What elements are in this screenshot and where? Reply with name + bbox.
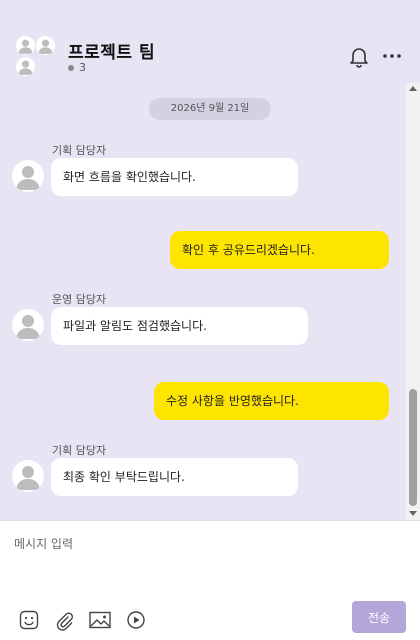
avatar[interactable] [12, 460, 44, 492]
avatar[interactable] [12, 160, 44, 192]
message-input[interactable] [14, 535, 404, 595]
scroll-down-icon[interactable] [409, 511, 417, 516]
message-bubble: 화면 흐름을 확인했습니다. [51, 158, 298, 196]
member-avatar-icon [16, 36, 35, 55]
sender-name: 운영 담당자 [52, 293, 107, 306]
group-avatar[interactable] [14, 36, 58, 78]
scroll-thumb[interactable] [409, 389, 417, 506]
message-composer: 전송 [0, 520, 420, 640]
message-bubble-own: 확인 후 공유드리겠습니다. [170, 231, 389, 269]
message-bubble: 파일과 알림도 점검했습니다. [51, 307, 308, 345]
member-dot-icon [68, 64, 74, 71]
member-avatar-icon [36, 36, 55, 55]
member-count: 3 [68, 61, 86, 74]
message-bubble-own: 수정 사항을 반영했습니다. [154, 382, 389, 420]
scroll-up-icon[interactable] [409, 86, 417, 91]
sender-name: 기획 담당자 [52, 144, 107, 157]
video-icon[interactable] [125, 609, 147, 631]
person-icon [16, 466, 40, 490]
person-icon [16, 166, 40, 190]
chat-title: 프로젝트 팀 [68, 43, 156, 63]
attach-icon[interactable] [53, 609, 75, 631]
bell-icon[interactable] [347, 44, 371, 68]
member-count-label: 3 [79, 61, 86, 74]
member-avatar-icon [16, 57, 35, 76]
emoji-icon[interactable] [18, 609, 40, 631]
message-bubble: 최종 확인 부탁드립니다. [51, 458, 298, 496]
message-list[interactable]: 2026년 9월 21일 기획 담당자 화면 흐름을 확인했습니다. 확인 후 … [0, 86, 406, 518]
date-divider: 2026년 9월 21일 [149, 98, 271, 120]
person-icon [16, 315, 40, 339]
image-icon[interactable] [88, 609, 112, 631]
more-icon[interactable] [381, 44, 403, 68]
avatar[interactable] [12, 309, 44, 341]
sender-name: 기획 담당자 [52, 444, 107, 457]
chat-header: 프로젝트 팀 3 [0, 0, 420, 86]
send-button[interactable]: 전송 [352, 601, 406, 633]
chat-scrollbar[interactable] [406, 83, 420, 520]
